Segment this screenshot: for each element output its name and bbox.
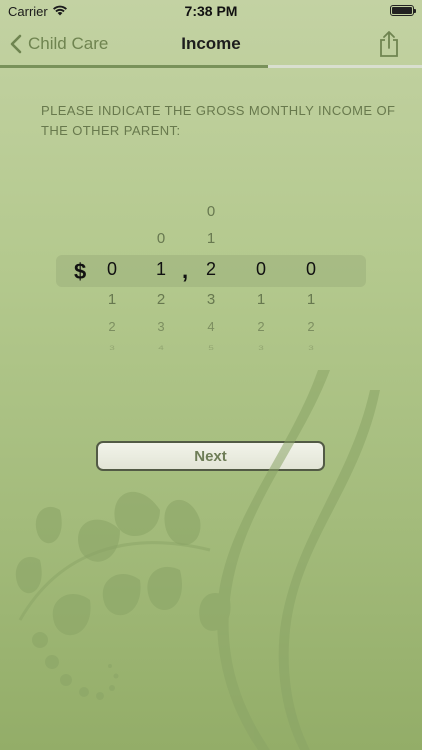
botanical-illustration	[15, 370, 380, 750]
share-icon[interactable]	[378, 30, 400, 58]
digit-option: 3	[109, 345, 115, 352]
digit-wheel-3[interactable]: 0 1 2 3 4 5	[199, 196, 223, 366]
income-picker[interactable]: $ , 0 1 2 3 0 1 2 3 4 0 1 2 3 4 5 0 1 2 3 0 1 2 3	[56, 196, 366, 366]
digit-option: 1	[206, 230, 216, 247]
digit-selected: 0	[305, 259, 316, 279]
status-bar: Carrier 7:38 PM	[0, 0, 422, 22]
digit-option: 0	[206, 203, 216, 220]
income-prompt: PLEASE INDICATE THE GROSS MONTHLY INCOME…	[41, 103, 396, 138]
navigation-bar: Child Care Income	[0, 22, 422, 66]
digit-selected: 1	[155, 259, 166, 279]
thousands-separator: ,	[182, 258, 189, 283]
digit-option: 2	[257, 319, 265, 334]
battery-icon	[390, 5, 416, 16]
digit-selected: 2	[205, 259, 216, 279]
progress-fill	[0, 65, 268, 68]
digit-selected: 0	[106, 259, 117, 279]
back-button[interactable]: Child Care	[10, 30, 108, 58]
digit-wheel-4[interactable]: 0 1 2 3	[249, 196, 273, 366]
digit-option: 3	[308, 345, 314, 352]
progress-bar	[0, 65, 422, 68]
digit-option: 3	[206, 291, 216, 308]
back-label: Child Care	[28, 34, 109, 53]
digit-option: 5	[208, 345, 214, 352]
digit-option: 3	[157, 319, 165, 334]
digit-wheel-2[interactable]: 0 1 2 3 4	[149, 196, 173, 366]
digit-selected: 0	[255, 259, 266, 279]
status-time: 7:38 PM	[184, 3, 238, 19]
digit-option: 4	[207, 319, 215, 334]
digit-option: 1	[256, 291, 266, 308]
chevron-left-icon	[10, 34, 22, 54]
digit-option: 1	[107, 291, 117, 308]
digit-wheel-1[interactable]: 0 1 2 3	[100, 196, 124, 366]
digit-wheel-5[interactable]: 0 1 2 3	[299, 196, 323, 366]
digit-option: 2	[108, 319, 116, 334]
digit-option: 2	[156, 291, 166, 308]
digit-option: 2	[307, 319, 315, 334]
digit-option: 4	[158, 345, 164, 352]
digit-option: 3	[258, 345, 264, 352]
digit-option: 0	[156, 230, 166, 247]
currency-symbol: $	[74, 259, 87, 284]
digit-option: 1	[306, 291, 316, 308]
